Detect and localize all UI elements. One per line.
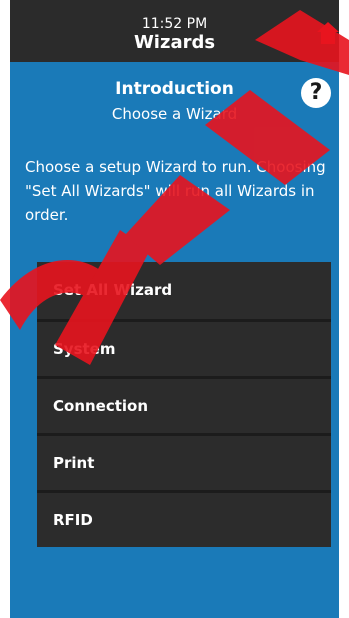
- wizard-item-connection[interactable]: Connection: [37, 376, 331, 433]
- intro-heading: Introduction: [115, 79, 234, 99]
- home-icon: [317, 22, 339, 44]
- intro-description: Choose a setup Wizard to run. Choosing "…: [25, 158, 326, 224]
- wizard-list: Set All Wizard System Connection Print R…: [37, 262, 331, 547]
- wizard-item-set-all[interactable]: Set All Wizard: [37, 262, 331, 319]
- wizard-item-rfid[interactable]: RFID: [37, 490, 331, 547]
- intro-subheading: Choose a Wizard: [111, 105, 238, 123]
- clock: 11:52 PM: [141, 16, 208, 32]
- help-button[interactable]: ?: [301, 78, 331, 108]
- page-title: Wizards: [133, 32, 216, 53]
- wizard-item-system[interactable]: System: [37, 319, 331, 376]
- wizards-screen: 11:52 PM Wizards Introduction Choose a W…: [10, 0, 339, 618]
- wizard-item-print[interactable]: Print: [37, 433, 331, 490]
- top-bar: 11:52 PM Wizards: [10, 0, 339, 62]
- home-button[interactable]: [317, 20, 339, 46]
